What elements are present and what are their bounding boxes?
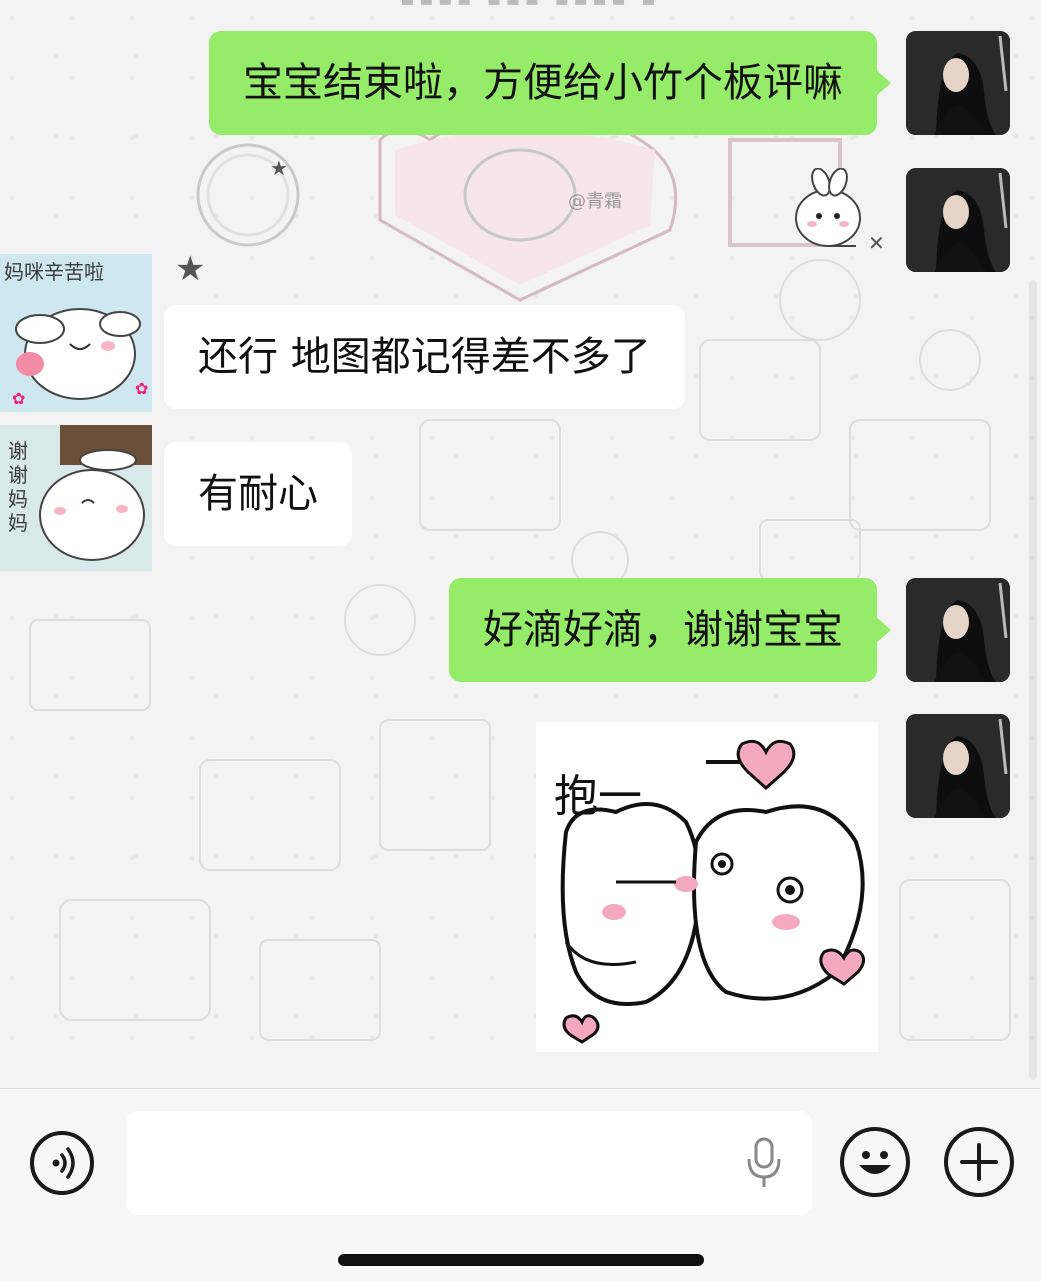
avatar-photo bbox=[906, 168, 1010, 272]
bunny-sticker[interactable]: ✕ bbox=[786, 168, 896, 258]
voice-button[interactable] bbox=[30, 1131, 94, 1195]
message-input[interactable] bbox=[126, 1111, 812, 1215]
message-text: 好滴好滴，谢谢宝宝 bbox=[483, 607, 843, 653]
voice-icon bbox=[52, 1147, 75, 1179]
sticker-caption: 抱一 bbox=[554, 771, 642, 822]
message-text: 有耐心 bbox=[198, 471, 318, 517]
avatar-other[interactable]: ✿ ✿ 妈咪辛苦啦 bbox=[0, 254, 152, 412]
svg-text:★: ★ bbox=[270, 156, 288, 180]
home-indicator[interactable] bbox=[338, 1254, 704, 1266]
hug-sticker[interactable]: 抱一 bbox=[536, 722, 878, 1052]
watermark-text: @青霜 bbox=[568, 191, 622, 212]
avatar-photo bbox=[906, 578, 1010, 682]
message-text: 还行 地图都记得差不多了 bbox=[198, 334, 651, 380]
avatar-self[interactable] bbox=[906, 578, 1010, 682]
background-doodle: @青霜 ★ ★ bbox=[29, 115, 1011, 1041]
svg-text:@青霜: @青霜 bbox=[568, 191, 622, 212]
svg-text:★: ★ bbox=[175, 249, 205, 289]
chat-area[interactable]: @青霜 ★ ★ ▪▪▪▪ ▪▪▪ ▪▪▪▪ ▪ 宝宝结束啦，方便给小竹个板评嘛 bbox=[0, 0, 1041, 1088]
avatar-photo bbox=[906, 31, 1010, 135]
avatar-photo bbox=[906, 714, 1010, 818]
avatar-self[interactable] bbox=[906, 31, 1010, 135]
message-text: 宝宝结束啦，方便给小竹个板评嘛 bbox=[243, 60, 843, 106]
scrollbar[interactable] bbox=[1029, 280, 1037, 1080]
avatar-self[interactable] bbox=[906, 714, 1010, 818]
avatar-other[interactable]: 谢谢妈妈 bbox=[0, 425, 152, 571]
emoji-icon bbox=[859, 1151, 891, 1174]
sticker-caption: 妈咪辛苦啦 bbox=[4, 260, 104, 284]
message-bubble-other[interactable]: 有耐心 bbox=[164, 442, 352, 546]
cut-off-text: ▪▪▪▪ ▪▪▪ ▪▪▪▪ ▪ bbox=[400, 0, 680, 8]
message-bubble-other[interactable]: 还行 地图都记得差不多了 bbox=[164, 305, 685, 409]
microphone-icon[interactable] bbox=[744, 1135, 784, 1191]
svg-text:✕: ✕ bbox=[868, 231, 885, 255]
avatar-self[interactable] bbox=[906, 168, 1010, 272]
message-bubble-self[interactable]: 好滴好滴，谢谢宝宝 bbox=[449, 578, 891, 682]
emoji-button[interactable] bbox=[840, 1127, 910, 1197]
plus-icon bbox=[960, 1143, 998, 1181]
message-bubble-self[interactable]: 宝宝结束啦，方便给小竹个板评嘛 bbox=[209, 31, 891, 135]
svg-text:✿: ✿ bbox=[135, 379, 148, 398]
plus-button[interactable] bbox=[944, 1127, 1014, 1197]
bunny-drawing: ✕ bbox=[795, 168, 885, 255]
svg-text:✿: ✿ bbox=[12, 389, 25, 408]
sticker-caption: 谢谢妈妈 bbox=[8, 439, 28, 535]
input-bar bbox=[0, 1088, 1041, 1281]
